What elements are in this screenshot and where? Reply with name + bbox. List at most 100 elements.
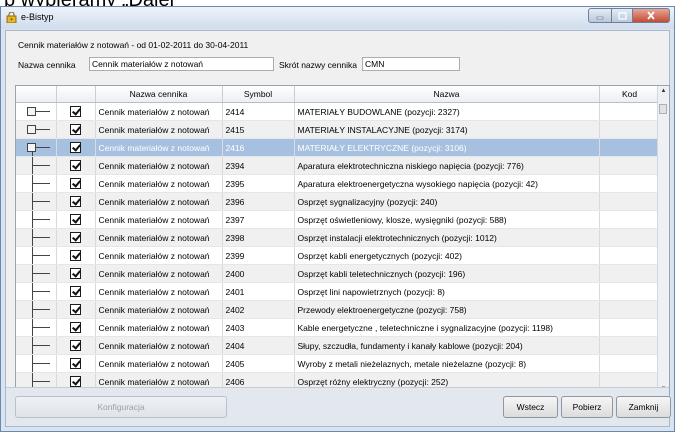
price-list-short-input[interactable]	[362, 57, 460, 71]
row-checkbox[interactable]	[70, 196, 81, 208]
column-header-price-list-name[interactable]: Nazwa cennika	[95, 86, 223, 103]
cell-symbol: 2415	[222, 120, 295, 139]
tree-node-cell[interactable]	[16, 300, 57, 319]
column-header-symbol[interactable]: Symbol	[222, 86, 295, 103]
row-checkbox[interactable]	[70, 358, 81, 370]
tree-node-cell[interactable]	[16, 228, 57, 247]
cell-code	[599, 192, 661, 211]
cell-symbol: 2396	[222, 192, 295, 211]
row-checkbox[interactable]	[70, 286, 81, 298]
cell-symbol: 2402	[222, 300, 295, 319]
tree-node-cell[interactable]	[16, 246, 57, 265]
row-checkbox[interactable]	[70, 376, 81, 388]
tree-node-cell[interactable]	[16, 156, 57, 175]
tree-expand-icon[interactable]	[27, 125, 36, 134]
table-row[interactable]: Cennik materiałów z notowań 2395 Aparatura…	[16, 174, 661, 193]
tree-node-cell[interactable]	[16, 318, 57, 337]
tree-node-cell[interactable]	[16, 264, 57, 283]
scrollbar-thumb[interactable]	[659, 104, 667, 114]
tree-node-cell[interactable]	[16, 102, 57, 121]
column-header-code[interactable]: Kod	[599, 86, 661, 103]
row-checkbox-cell	[56, 246, 96, 265]
price-list-name-input[interactable]	[89, 57, 274, 71]
row-checkbox[interactable]	[70, 160, 81, 172]
row-checkbox-cell	[56, 336, 96, 355]
table-row[interactable]: Cennik materiałów z notowań 2397 Osprzęt o…	[16, 210, 661, 229]
row-checkbox[interactable]	[70, 124, 81, 136]
table-row[interactable]: Cennik materiałów z notowań 2404 Słupy, sz…	[16, 336, 661, 355]
cell-price-list-name: Cennik materiałów z notowań	[95, 318, 223, 337]
close-button[interactable]: Zamknij	[616, 396, 671, 418]
row-checkbox[interactable]	[70, 178, 81, 190]
tree-connector	[32, 327, 50, 328]
row-checkbox[interactable]	[70, 340, 81, 352]
row-checkbox[interactable]	[70, 304, 81, 316]
tree-node-cell[interactable]	[16, 354, 57, 373]
tree-connector	[32, 152, 33, 156]
back-button[interactable]: Wstecz	[503, 396, 558, 418]
table-row[interactable]: Cennik materiałów z notowań 2414 MATERIAŁY…	[16, 102, 661, 121]
row-checkbox[interactable]	[70, 142, 81, 154]
table-row[interactable]: Cennik materiałów z notowań 2400 Osprzęt k…	[16, 264, 661, 283]
cell-name: Osprzęt oświetleniowy, klosze, wysięgnik…	[294, 210, 600, 229]
row-checkbox[interactable]	[70, 268, 81, 280]
table-row[interactable]: Cennik materiałów z notowań 2394 Aparatura…	[16, 156, 661, 175]
cell-price-list-name: Cennik materiałów z notowań	[95, 102, 223, 121]
row-checkbox[interactable]	[70, 214, 81, 226]
tree-node-cell[interactable]	[16, 138, 57, 157]
cell-name: Aparatura elektroenergetyczna wysokiego …	[294, 174, 600, 193]
tree-collapse-icon[interactable]	[27, 143, 36, 152]
app-window: e-Bistyp Cennik materiałów z notowań - o…	[0, 6, 675, 432]
vertical-scrollbar[interactable]: ▲ ▼	[657, 86, 669, 394]
tree-connector	[32, 183, 50, 184]
tree-expand-icon[interactable]	[27, 107, 36, 116]
maximize-icon[interactable]	[611, 8, 633, 23]
cell-name: Słupy, szczudła, fundamenty i kanały kab…	[294, 336, 600, 355]
cell-symbol: 2403	[222, 318, 295, 337]
table-row[interactable]: Cennik materiałów z notowań 2403 Kable ene…	[16, 318, 661, 337]
tree-node-cell[interactable]	[16, 174, 57, 193]
scroll-up-icon[interactable]: ▲	[658, 88, 669, 94]
column-header-name[interactable]: Nazwa	[294, 86, 600, 103]
fetch-button[interactable]: Pobierz	[561, 396, 613, 418]
cell-code	[599, 210, 661, 229]
tree-connector	[32, 273, 50, 274]
tree-node-cell[interactable]	[16, 282, 57, 301]
cell-name: Osprzęt instalacji elektrotechnicznych (…	[294, 228, 600, 247]
price-list-grid: Nazwa cennika Symbol Nazwa Kod Cennik ma…	[15, 85, 670, 395]
cell-symbol: 2397	[222, 210, 295, 229]
row-checkbox[interactable]	[70, 106, 81, 118]
button-bar: Konfiguracja Wstecz Pobierz Zamknij	[6, 387, 671, 426]
table-header-row: Nazwa cennika Symbol Nazwa Kod	[16, 86, 661, 103]
configuration-button[interactable]: Konfiguracja	[15, 396, 227, 418]
cell-code	[599, 300, 661, 319]
row-checkbox-cell	[56, 210, 96, 229]
table-row[interactable]: Cennik materiałów z notowań 2415 MATERIAŁY…	[16, 120, 661, 139]
table-row[interactable]: Cennik materiałów z notowań 2416 MATERIAŁY…	[16, 138, 661, 157]
cell-symbol: 2394	[222, 156, 295, 175]
tree-node-cell[interactable]	[16, 210, 57, 229]
table-row[interactable]: Cennik materiałów z notowań 2402 Przewody …	[16, 300, 661, 319]
table-row[interactable]: Cennik materiałów z notowań 2396 Osprzęt s…	[16, 192, 661, 211]
row-checkbox[interactable]	[70, 250, 81, 262]
title-bar[interactable]: e-Bistyp	[1, 7, 674, 29]
tree-connector	[36, 147, 50, 148]
row-checkbox[interactable]	[70, 322, 81, 334]
tree-connector	[32, 309, 50, 310]
tree-node-cell[interactable]	[16, 120, 57, 139]
column-header-tree[interactable]	[16, 86, 57, 103]
table-row[interactable]: Cennik materiałów z notowań 2405 Wyroby z …	[16, 354, 661, 373]
table-row[interactable]: Cennik materiałów z notowań 2398 Osprzęt i…	[16, 228, 661, 247]
cell-symbol: 2404	[222, 336, 295, 355]
cell-name: Osprzęt kabli energetycznych (pozycji: 4…	[294, 246, 600, 265]
row-checkbox[interactable]	[70, 232, 81, 244]
cell-code	[599, 120, 661, 139]
tree-node-cell[interactable]	[16, 336, 57, 355]
price-list-table: Nazwa cennika Symbol Nazwa Kod Cennik ma…	[16, 86, 661, 394]
column-header-check[interactable]	[56, 86, 96, 103]
table-row[interactable]: Cennik materiałów z notowań 2399 Osprzęt k…	[16, 246, 661, 265]
tree-node-cell[interactable]	[16, 192, 57, 211]
close-icon[interactable]	[632, 8, 670, 23]
minimize-icon[interactable]	[588, 8, 612, 23]
table-row[interactable]: Cennik materiałów z notowań 2401 Osprzęt l…	[16, 282, 661, 301]
